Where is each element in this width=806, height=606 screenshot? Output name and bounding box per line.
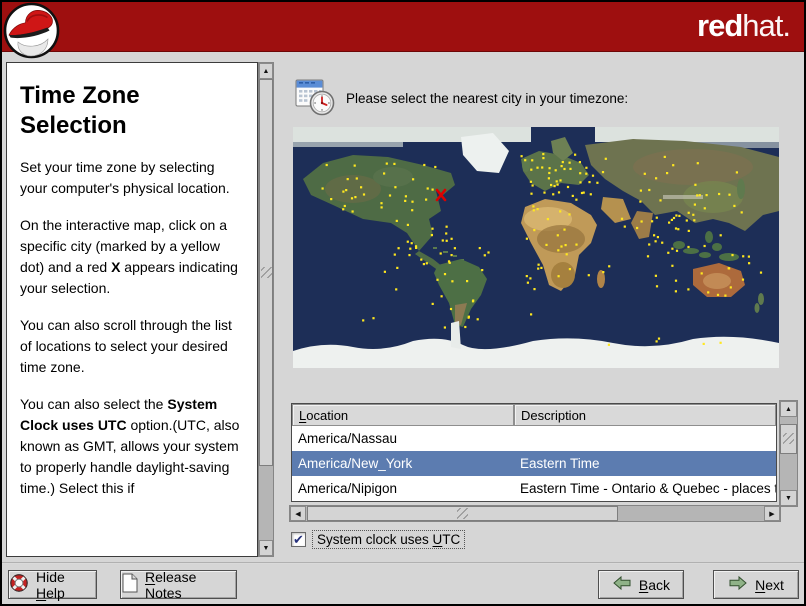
document-icon xyxy=(121,573,138,596)
help-scroll-up-button[interactable]: ▲ xyxy=(259,63,273,79)
thumb-grip-icon xyxy=(783,433,794,445)
back-arrow-icon xyxy=(612,575,632,594)
utc-checkbox-row[interactable]: ✔ System clock uses UTC xyxy=(291,530,466,549)
brand-light: hat. xyxy=(742,8,791,43)
back-label: Back xyxy=(638,576,671,593)
up-arrow-icon: ▲ xyxy=(262,67,270,75)
hide-help-label: Hide Help xyxy=(36,568,65,601)
column-header-description[interactable]: Description xyxy=(514,404,776,426)
help-scroll-down-button[interactable]: ▼ xyxy=(259,540,273,556)
utc-checkbox[interactable]: ✔ xyxy=(291,532,306,547)
calendar-clock-icon xyxy=(293,74,337,123)
check-icon: ✔ xyxy=(293,532,304,547)
table-row[interactable]: America/New_York Eastern Time xyxy=(292,451,776,476)
release-notes-label: Release Notes xyxy=(145,568,197,601)
table-scroll-left-button[interactable]: ◀ xyxy=(290,506,306,521)
table-header-row: Location Description xyxy=(292,404,776,426)
utc-checkbox-label[interactable]: System clock uses UTC xyxy=(312,530,466,549)
down-arrow-icon: ▼ xyxy=(785,494,792,502)
down-arrow-icon: ▼ xyxy=(262,544,270,552)
table-cell-description xyxy=(514,426,776,451)
help-text: Set your time zone by selecting your com… xyxy=(20,159,240,496)
release-notes-button[interactable]: Release Notes xyxy=(120,568,237,601)
help-scroll-thumb[interactable] xyxy=(259,79,273,467)
prompt-text: Please select the nearest city in your t… xyxy=(346,90,629,106)
table-hscroll-track[interactable] xyxy=(306,506,764,521)
table-hscrollbar[interactable]: ◀ ▶ xyxy=(289,505,781,522)
lifebuoy-icon xyxy=(9,573,29,596)
table-scroll-down-button[interactable]: ▼ xyxy=(780,490,797,506)
column-header-location-label: Location xyxy=(299,407,349,423)
header-bar: redhat. xyxy=(2,2,804,52)
up-arrow-icon: ▲ xyxy=(785,405,792,413)
table-vscroll-track[interactable] xyxy=(780,417,797,490)
next-arrow-icon xyxy=(728,575,748,594)
installer-window: redhat. Time Zone Selection Set your tim… xyxy=(0,0,806,606)
column-header-description-label: Description xyxy=(521,407,587,423)
table-cell-location: America/Nassau xyxy=(298,431,398,446)
thumb-grip-icon xyxy=(457,508,469,519)
left-arrow-icon: ◀ xyxy=(295,510,301,518)
table-body: America/Nassau America/New_York Eastern Ti… xyxy=(292,426,776,501)
table-vscroll-thumb[interactable] xyxy=(780,423,797,455)
help-scrollbar[interactable]: ▲ ▼ xyxy=(258,62,274,557)
next-label: Next xyxy=(755,576,784,593)
world-map[interactable] xyxy=(293,127,779,368)
next-button[interactable]: Next xyxy=(713,570,799,599)
table-cell-location: America/Nipigon xyxy=(298,481,398,496)
table-cell-description: Eastern Time - Ontario & Quebec - places… xyxy=(520,481,776,496)
hide-help-button[interactable]: Hide Help xyxy=(8,568,97,601)
table-hscroll-thumb[interactable] xyxy=(307,506,619,521)
table-scroll-right-button[interactable]: ▶ xyxy=(764,506,780,521)
right-arrow-icon: ▶ xyxy=(769,510,775,518)
timezone-table: Location Description America/Nassau Ameri… xyxy=(291,403,777,502)
table-scroll-up-button[interactable]: ▲ xyxy=(780,401,797,417)
redhat-logo-text: redhat. xyxy=(697,8,791,44)
back-button[interactable]: Back xyxy=(598,570,684,599)
brand-bold: red xyxy=(697,8,743,43)
table-row[interactable]: America/Nassau xyxy=(292,426,776,451)
thumb-grip-icon xyxy=(260,267,272,279)
help-scroll-track[interactable] xyxy=(259,79,273,540)
help-panel: Time Zone Selection Set your time zone b… xyxy=(6,62,258,557)
table-vscrollbar[interactable]: ▲ ▼ xyxy=(779,400,798,507)
table-cell-location: America/New_York xyxy=(298,456,413,471)
help-title: Time Zone Selection xyxy=(20,82,140,139)
prompt-row: Please select the nearest city in your t… xyxy=(293,74,793,122)
footer-separator xyxy=(2,562,804,564)
table-cell-description: Eastern Time xyxy=(520,456,600,471)
column-header-location[interactable]: Location xyxy=(292,404,514,426)
redhat-shadowman-icon xyxy=(3,2,60,64)
table-row[interactable]: America/Nipigon Eastern Time - Ontario & … xyxy=(292,476,776,501)
